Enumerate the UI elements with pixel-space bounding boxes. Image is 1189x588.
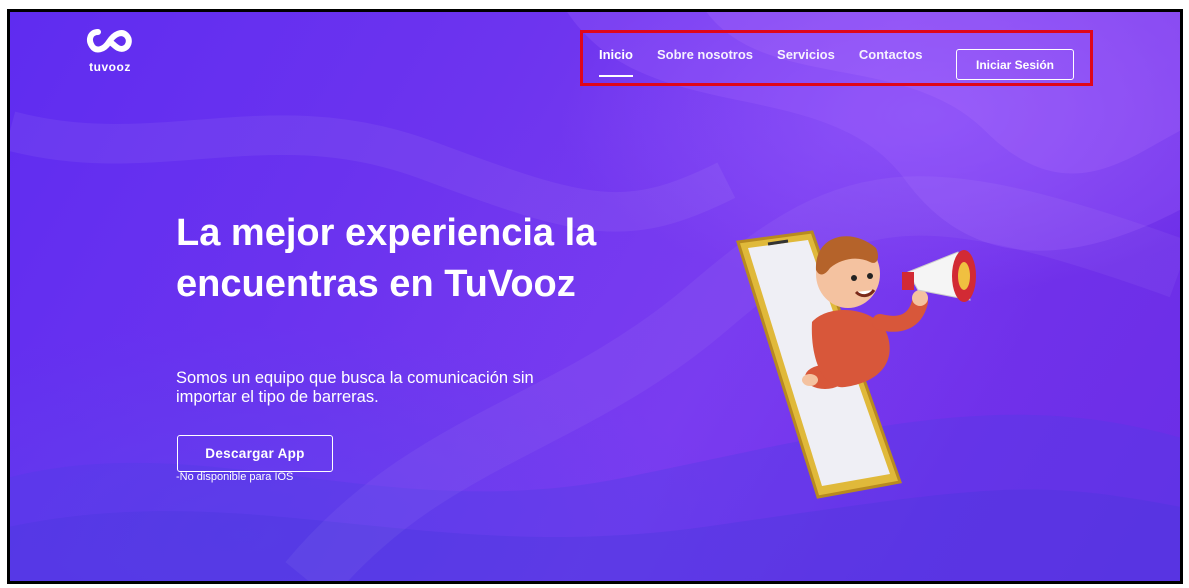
nav-item-sobre-nosotros[interactable]: Sobre nosotros bbox=[657, 47, 753, 69]
infinity-icon bbox=[87, 29, 132, 53]
nav-item-contactos[interactable]: Contactos bbox=[859, 47, 923, 69]
download-app-button[interactable]: Descargar App bbox=[177, 435, 333, 472]
nav-item-inicio[interactable]: Inicio bbox=[599, 47, 633, 77]
ios-note: -No disponible para IOS bbox=[176, 471, 294, 483]
page-frame: tuvooz Inicio Sobre nosotros Servicios C… bbox=[0, 0, 1189, 588]
hero-section: tuvooz Inicio Sobre nosotros Servicios C… bbox=[7, 9, 1183, 584]
login-button[interactable]: Iniciar Sesión bbox=[956, 49, 1074, 80]
boy-with-megaphone-illustration bbox=[736, 230, 976, 499]
hero-subtext: Somos un equipo que busca la comunicació… bbox=[176, 369, 534, 406]
main-nav: Inicio Sobre nosotros Servicios Contacto… bbox=[599, 47, 946, 77]
nav-item-servicios[interactable]: Servicios bbox=[777, 47, 835, 69]
brand-logo[interactable]: tuvooz bbox=[80, 26, 140, 78]
brand-name: tuvooz bbox=[89, 60, 131, 74]
hero-headline: La mejor experiencia la encuentras en Tu… bbox=[176, 212, 597, 305]
